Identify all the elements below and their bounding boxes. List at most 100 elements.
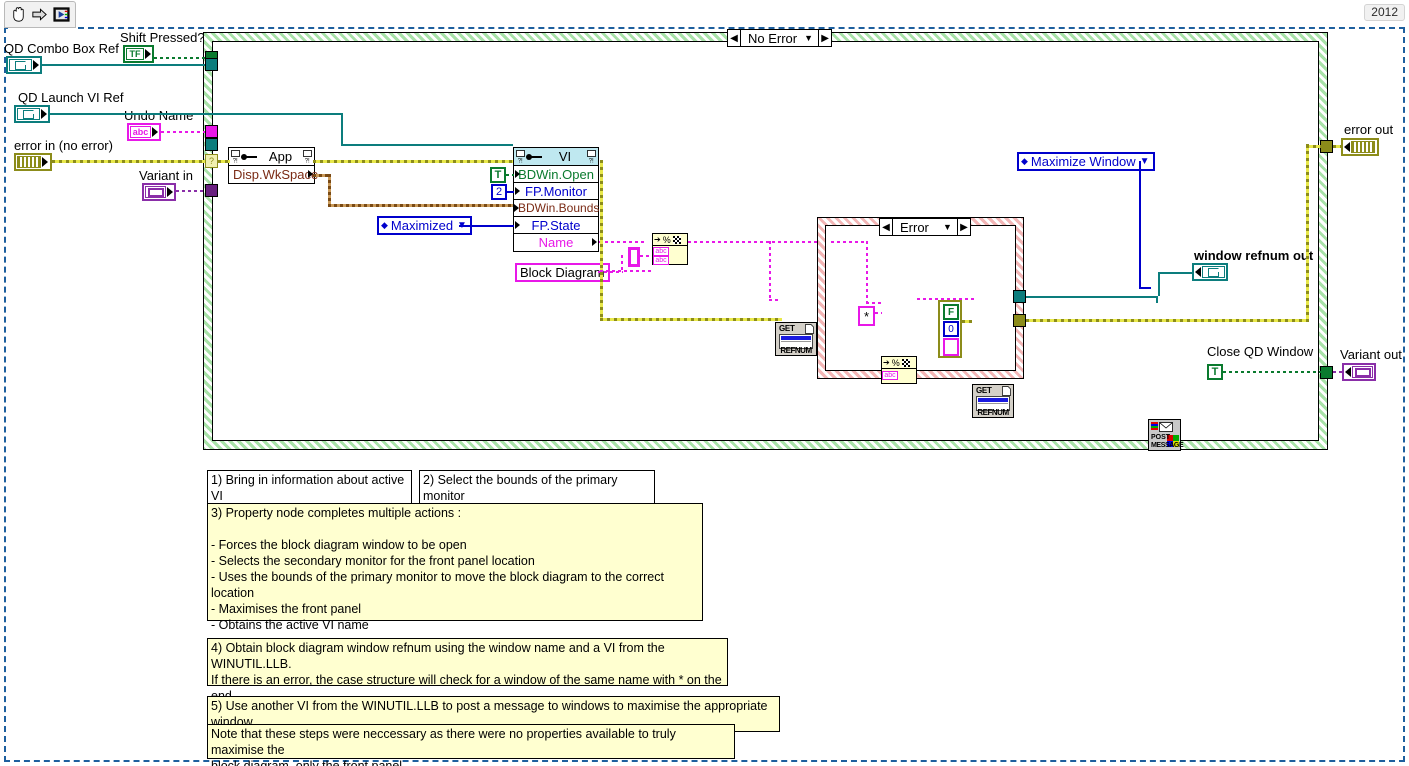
vi-property-node[interactable]: ?! VI ?! BDWin.Open FP.Monitor BDWin.Bou…: [513, 147, 599, 252]
checker-icon: [672, 235, 681, 244]
app-property-node[interactable]: ?! App ?! Disp.WkSpace: [228, 147, 318, 184]
terminal-arrow-icon: [1345, 367, 1351, 377]
get-refnum-subvi-2[interactable]: GET REFNUM: [972, 384, 1014, 418]
wire-inner-name-v: [866, 241, 868, 303]
case-next-arrow[interactable]: ▶: [956, 219, 970, 235]
wire-error-to-app: [218, 160, 230, 163]
error-in-label: error in (no error): [14, 138, 113, 153]
vi-property-row-fp-monitor[interactable]: FP.Monitor: [514, 183, 598, 200]
vi-property-node-title: VI: [558, 149, 572, 164]
wire-launch-vi-ref-h: [50, 113, 343, 115]
error-in-terminal[interactable]: [14, 153, 52, 171]
tunnel-variant-in[interactable]: [205, 184, 218, 197]
vi-property-row-fp-state[interactable]: FP.State: [514, 217, 598, 234]
case-prev-arrow[interactable]: ◀: [728, 30, 741, 46]
error-status-false-constant[interactable]: F: [943, 304, 959, 320]
window-refnum-out-terminal[interactable]: [1192, 263, 1228, 281]
inner-case-selector[interactable]: ◀ Error ▼ ▶: [879, 218, 971, 236]
wire-errconst-to-getrefnum2: [962, 320, 972, 323]
comment-4: 4) Obtain block diagram window refnum us…: [207, 638, 728, 719]
wire-asterisk-to-fmt2: [875, 312, 882, 314]
vi-icon[interactable]: [52, 5, 71, 24]
arrow-right-icon[interactable]: [30, 5, 49, 24]
error-code-zero-constant[interactable]: 0: [943, 321, 959, 337]
wire-inner-name-to-fmt2: [866, 302, 882, 304]
inner-case-selector-label: Error: [900, 219, 929, 235]
format-into-string-node-2[interactable]: ➔ % abc: [881, 356, 917, 384]
wire-wkspace-h2: [328, 204, 515, 207]
maximize-window-ring-constant[interactable]: ◆ Maximize Window ▼: [1017, 152, 1155, 171]
block-diagram-string-constant[interactable]: Block Diagram: [515, 263, 610, 282]
error-cluster-constant[interactable]: F 0: [938, 300, 962, 358]
comment-1: 1) Bring in information about active VI: [207, 470, 412, 506]
app-property-row-disp-wkspace[interactable]: Disp.WkSpace: [229, 166, 318, 183]
svg-text:?!: ?!: [305, 158, 310, 164]
vi-property-row-name[interactable]: Name: [514, 234, 598, 251]
tunnel-error-in[interactable]: ?: [205, 154, 218, 168]
format-node-header-2: ➔ %: [882, 357, 916, 369]
qd-launch-vi-ref-terminal[interactable]: [14, 105, 50, 123]
property-in-arrow-icon: [514, 204, 519, 212]
document-icon: [805, 324, 814, 334]
string-abc-icon: abc: [130, 126, 151, 138]
maximized-ring-constant[interactable]: ◆ Maximized ▼: [377, 216, 472, 235]
hand-tool-icon[interactable]: [9, 5, 28, 24]
version-badge: 2012: [1364, 4, 1405, 21]
tunnel-close-qd-window[interactable]: [1320, 366, 1333, 379]
variant-in-label: Variant in: [139, 168, 193, 183]
window-refnum-out-label: window refnum out: [1194, 248, 1314, 263]
get-refnum-subvi-1[interactable]: GET REFNUM: [775, 322, 817, 356]
wire-error-to-getrefnum1: [600, 318, 782, 321]
vi-property-node-header: ?! VI ?!: [514, 148, 598, 166]
qd-combo-box-ref-terminal[interactable]: [6, 56, 42, 74]
wire-launch-vi-ref-h2: [341, 144, 513, 146]
terminal-arrow-icon: [1195, 267, 1201, 277]
close-qd-window-label: Close QD Window: [1207, 344, 1314, 359]
chevron-down-icon[interactable]: ▼: [943, 222, 957, 232]
tunnel-inner-refnum-out[interactable]: [1013, 290, 1026, 303]
boolean-tf-icon: TF: [126, 48, 144, 60]
wire-launch-vi-ref-v: [341, 113, 343, 146]
property-in-arrow-icon: [515, 187, 520, 195]
terminal-arrow-icon: [41, 109, 47, 119]
format-into-string-node-1[interactable]: ➔ % abc abc: [652, 233, 688, 265]
refnum-icon: [9, 59, 32, 71]
fp-monitor-constant[interactable]: 2: [491, 184, 507, 200]
empty-string-constant-1[interactable]: [628, 247, 640, 267]
tunnel-combo-box-ref[interactable]: [205, 58, 218, 71]
tunnel-undo-name[interactable]: [205, 125, 218, 138]
close-qd-window-true-constant[interactable]: T: [1207, 364, 1223, 380]
case-next-arrow[interactable]: ▶: [818, 30, 831, 46]
variant-icon: [145, 186, 166, 198]
error-cluster-icon: [1351, 141, 1375, 153]
case-prev-arrow[interactable]: ◀: [880, 219, 893, 235]
svg-text:?!: ?!: [589, 158, 594, 164]
tunnel-launch-vi-ref[interactable]: [205, 138, 218, 151]
wrench-icon: [526, 153, 542, 160]
wire-error-in: [52, 160, 212, 163]
post-message-subvi[interactable]: POST MESSAGE: [1148, 419, 1184, 451]
refnum-terminal-icon-right: ?!: [303, 149, 312, 164]
terminal-arrow-icon: [33, 60, 39, 70]
variant-out-terminal[interactable]: [1342, 363, 1376, 381]
variant-in-terminal[interactable]: [142, 183, 176, 201]
envelope-icon: [1159, 422, 1173, 432]
vi-property-row-bdwin-open[interactable]: BDWin.Open: [514, 166, 598, 183]
shift-pressed-terminal[interactable]: TF: [123, 45, 154, 63]
terminal-arrow-icon: [42, 157, 48, 167]
outer-case-selector[interactable]: ◀ No Error ▼ ▶: [727, 29, 833, 47]
asterisk-string-constant[interactable]: *: [858, 306, 875, 326]
undo-name-terminal[interactable]: abc: [127, 123, 161, 141]
error-out-terminal[interactable]: [1341, 138, 1379, 156]
wire-inner-name-h: [831, 241, 868, 243]
property-in-arrow-icon: [515, 221, 520, 229]
error-source-empty-string-constant[interactable]: [943, 338, 959, 356]
wire-error-vi-down: [600, 160, 603, 321]
wrench-icon: [241, 153, 257, 160]
vi-property-row-bdwin-bounds[interactable]: BDWin.Bounds: [514, 200, 599, 217]
bdwin-open-true-constant[interactable]: T: [490, 167, 506, 183]
error-cluster-icon: [17, 156, 41, 168]
tunnel-inner-error-out[interactable]: [1013, 314, 1026, 327]
document-icon: [1002, 386, 1011, 396]
chevron-down-icon[interactable]: ▼: [804, 33, 818, 43]
